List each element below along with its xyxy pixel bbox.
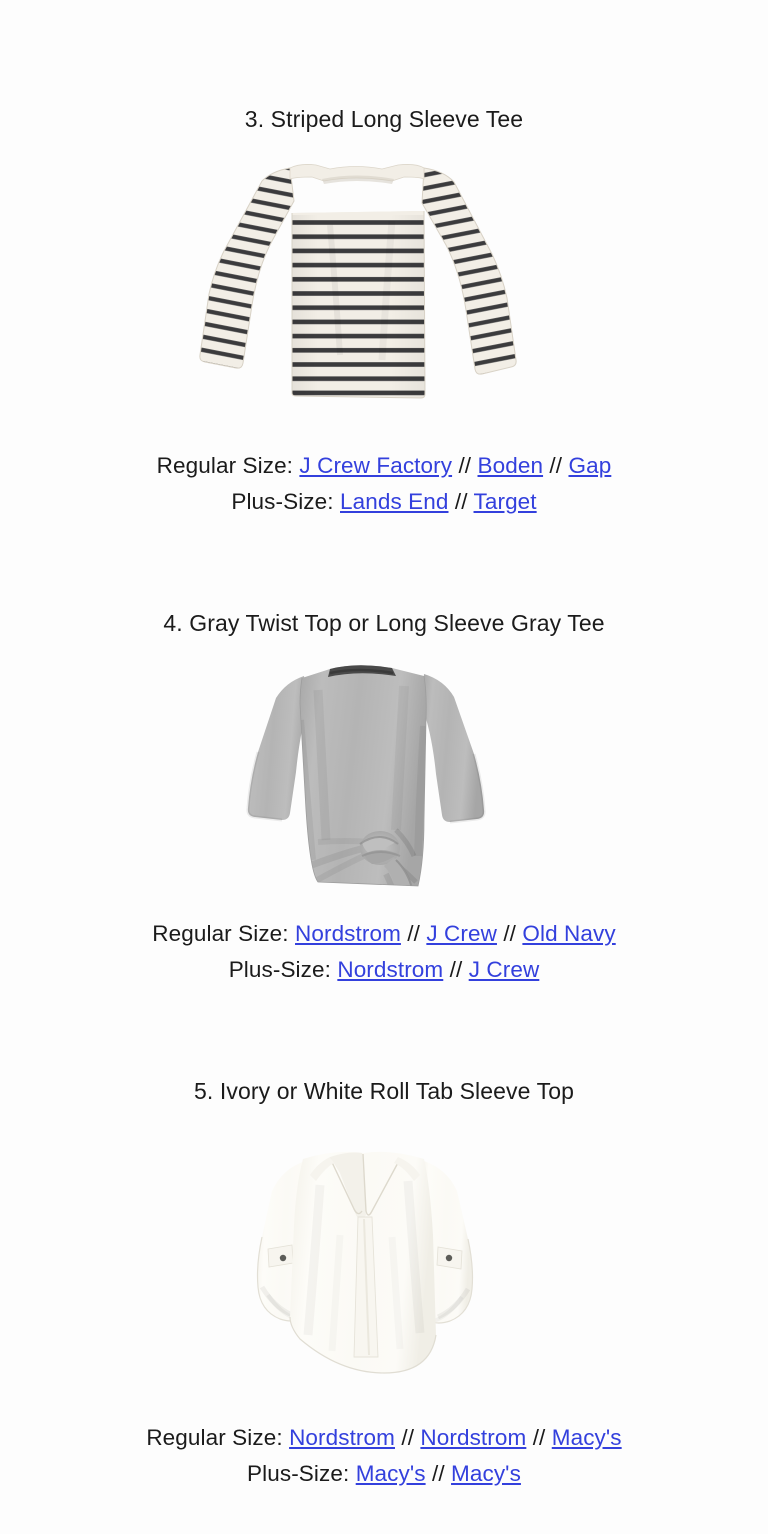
sleeve-tab-button-left (279, 1254, 287, 1262)
plus-size-label: Plus-Size: (247, 1460, 350, 1486)
section-title: 3. Striped Long Sleeve Tee (244, 106, 524, 132)
link-nordstrom-plus[interactable]: Nordstrom (337, 957, 443, 982)
separator: // (454, 488, 474, 514)
link-macys[interactable]: Macy's (552, 1425, 622, 1450)
sleeve-tab-button-right (445, 1254, 453, 1262)
separator: // (503, 921, 523, 946)
plus-size-row: Plus-Size: Macy's // Macy's (0, 1456, 768, 1492)
link-gap[interactable]: Gap (568, 453, 611, 478)
section-striped-long-sleeve-tee: 3. Striped Long Sleeve Tee (0, 105, 768, 133)
striped-tee-figure (0, 155, 768, 420)
regular-size-row: Regular Size: Nordstrom // Nordstrom // … (0, 1420, 768, 1456)
regular-size-label: Regular Size: (152, 921, 289, 946)
regular-size-row: Regular Size: J Crew Factory // Boden //… (0, 448, 768, 484)
link-nordstrom-2[interactable]: Nordstrom (420, 1425, 526, 1450)
regular-size-row: Regular Size: Nordstrom // J Crew // Old… (0, 916, 768, 952)
gray-twist-top-image (0, 660, 768, 890)
section-ivory-roll-tab-top: 5. Ivory or White Roll Tab Sleeve Top (0, 1077, 768, 1105)
product-roundup-page: 3. Striped Long Sleeve Tee Regular Size:… (0, 0, 768, 1534)
ivory-roll-tab-top-figure (0, 1145, 768, 1385)
link-macys-plus-1[interactable]: Macy's (356, 1461, 426, 1486)
separator: // (401, 1425, 421, 1450)
striped-long-sleeve-tee-image (0, 155, 768, 425)
separator: // (407, 921, 427, 946)
striped-tee-links: Regular Size: J Crew Factory // Boden //… (0, 448, 768, 519)
separator: // (549, 453, 569, 478)
ivory-roll-tab-top-image (0, 1145, 768, 1375)
link-macys-plus-2[interactable]: Macy's (451, 1461, 521, 1486)
plus-size-row: Plus-Size: Lands End // Target (0, 484, 768, 520)
gray-twist-top-links: Regular Size: Nordstrom // J Crew // Old… (0, 916, 768, 987)
plus-size-label: Plus-Size: (228, 956, 331, 982)
separator: // (431, 1460, 452, 1486)
ivory-roll-tab-top-links: Regular Size: Nordstrom // Nordstrom // … (0, 1420, 768, 1491)
section-title: 5. Ivory or White Roll Tab Sleeve Top (194, 1078, 574, 1104)
separator: // (458, 453, 478, 478)
regular-size-label: Regular Size: (156, 453, 294, 478)
link-j-crew-factory[interactable]: J Crew Factory (299, 453, 452, 478)
regular-size-label: Regular Size: (146, 1425, 283, 1450)
gray-twist-top-figure (0, 660, 768, 892)
plus-size-row: Plus-Size: Nordstrom // J Crew (0, 952, 768, 988)
plus-size-label: Plus-Size: (231, 488, 334, 514)
link-nordstrom-1[interactable]: Nordstrom (289, 1425, 395, 1450)
link-j-crew-plus[interactable]: J Crew (469, 957, 540, 982)
link-nordstrom[interactable]: Nordstrom (295, 921, 401, 946)
section-title: 4. Gray Twist Top or Long Sleeve Gray Te… (163, 610, 605, 636)
link-boden[interactable]: Boden (478, 453, 544, 478)
link-j-crew[interactable]: J Crew (426, 921, 497, 946)
section-gray-twist-top: 4. Gray Twist Top or Long Sleeve Gray Te… (0, 609, 768, 637)
link-old-navy[interactable]: Old Navy (522, 921, 615, 946)
separator: // (532, 1425, 552, 1450)
link-lands-end[interactable]: Lands End (340, 489, 449, 514)
separator: // (449, 956, 469, 982)
link-target[interactable]: Target (474, 489, 537, 514)
